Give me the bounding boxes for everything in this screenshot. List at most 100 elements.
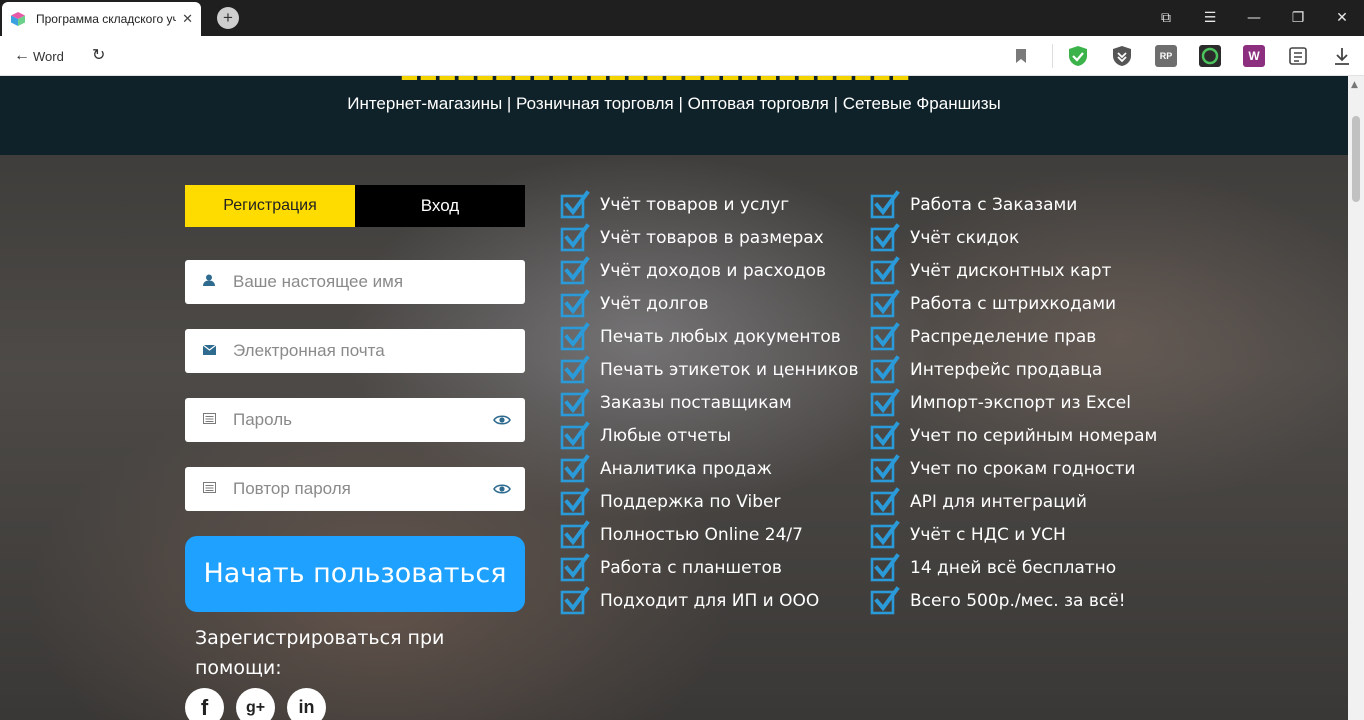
hero-header: ▬▬▬▬▬▬▬▬▬▬▬▬▬▬▬▬▬▬▬▬▬▬▬▬▬▬▬ Интернет-маг… — [0, 76, 1348, 155]
feature-label: Учет по срокам годности — [910, 458, 1136, 479]
back-button[interactable]: ← Word — [14, 47, 64, 65]
feature-label: Любые отчеты — [600, 425, 731, 446]
scrollbar-thumb[interactable] — [1352, 116, 1360, 202]
feature-item: Всего 500р./мес. за всё! — [870, 584, 1190, 617]
features-left-column: Учёт товаров и услуг Учёт товаров в разме… — [560, 188, 880, 617]
checkbox-check-icon — [870, 387, 900, 416]
feature-item: Печать этикеток и ценников — [560, 353, 880, 386]
checkbox-check-icon — [870, 321, 900, 350]
header-tagline: Интернет-магазины | Розничная торговля |… — [347, 94, 1001, 113]
feature-label: Поддержка по Viber — [600, 491, 781, 512]
vertical-scrollbar[interactable]: ▲ — [1348, 76, 1364, 720]
feature-label: Распределение прав — [910, 326, 1097, 347]
feature-label: Учёт дисконтных карт — [910, 260, 1112, 281]
email-field[interactable]: Электронная почта — [185, 329, 525, 373]
checkbox-check-icon — [560, 486, 590, 515]
feature-item: Полностью Online 24/7 — [560, 518, 880, 551]
new-tab-button[interactable]: + — [217, 7, 239, 29]
collections-icon[interactable]: ⧉ — [1144, 0, 1188, 36]
checkbox-check-icon — [870, 420, 900, 449]
reader-mode-icon[interactable] — [1287, 45, 1309, 67]
eye-icon[interactable] — [493, 480, 511, 498]
password-field[interactable]: Пароль — [185, 398, 525, 442]
feature-item: Учёт доходов и расходов — [560, 254, 880, 287]
tab-login[interactable]: Вход — [355, 185, 525, 227]
feature-item: Учёт товаров в размерах — [560, 221, 880, 254]
circle-extension-icon[interactable] — [1199, 45, 1221, 67]
checkbox-check-icon — [870, 453, 900, 482]
feature-label: Аналитика продаж — [600, 458, 772, 479]
scroll-up-icon[interactable]: ▲ — [1351, 80, 1358, 90]
feature-item: Учет по срокам годности — [870, 452, 1190, 485]
feature-item: Учёт долгов — [560, 287, 880, 320]
toolbar-divider — [1052, 44, 1053, 68]
keyboard-icon — [185, 412, 233, 428]
feature-label: Всего 500р./мес. за всё! — [910, 590, 1126, 611]
google-plus-icon[interactable]: g+ — [236, 688, 275, 720]
rp-extension-icon[interactable]: RP — [1155, 45, 1177, 67]
name-field[interactable]: Ваше настоящее имя — [185, 260, 525, 304]
checkbox-check-icon — [560, 585, 590, 614]
feature-item: Заказы поставщикам — [560, 386, 880, 419]
feature-label: Учёт товаров в размерах — [600, 227, 824, 248]
header-title-cutoff: ▬▬▬▬▬▬▬▬▬▬▬▬▬▬▬▬▬▬▬▬▬▬▬▬▬▬▬ — [400, 76, 920, 80]
facebook-icon[interactable]: f — [185, 688, 224, 720]
w-extension-icon[interactable]: W — [1243, 45, 1265, 67]
feature-label: Заказы поставщикам — [600, 392, 792, 413]
browser-tabstrip: Программа складского учёта ✕ + ⧉ ☰ — ❐ ✕ — [0, 0, 1364, 36]
feature-label: Учёт долгов — [600, 293, 709, 314]
menu-icon[interactable]: ☰ — [1188, 0, 1232, 36]
checkbox-check-icon — [560, 189, 590, 218]
feature-item: Интерфейс продавца — [870, 353, 1190, 386]
address-bar: ← Word ↻ RP W — [0, 36, 1364, 76]
auth-tabs: Регистрация Вход — [185, 185, 525, 227]
feature-label: Учёт с НДС и УСН — [910, 524, 1066, 545]
feature-label: Подходит для ИП и ООО — [600, 590, 820, 611]
browser-tab[interactable]: Программа складского учёта ✕ — [2, 2, 201, 36]
reload-icon[interactable]: ↻ — [92, 45, 105, 64]
feature-label: Учёт товаров и услуг — [600, 194, 790, 215]
feature-label: 14 дней всё бесплатно — [910, 557, 1117, 578]
feature-item: Учёт скидок — [870, 221, 1190, 254]
checkbox-check-icon — [560, 321, 590, 350]
start-using-button[interactable]: Начать пользоваться — [185, 536, 525, 612]
email-placeholder: Электронная почта — [233, 341, 385, 360]
checkbox-check-icon — [870, 552, 900, 581]
minimize-button[interactable]: — — [1232, 0, 1276, 36]
checkbox-check-icon — [870, 486, 900, 515]
eye-icon[interactable] — [493, 411, 511, 429]
keyboard-icon — [185, 481, 233, 497]
close-tab-icon[interactable]: ✕ — [182, 12, 193, 27]
checkbox-check-icon — [560, 222, 590, 251]
feature-label: Интерфейс продавца — [910, 359, 1103, 380]
shield-download-extension-icon[interactable] — [1111, 45, 1133, 67]
arrow-left-icon: ← — [14, 47, 30, 64]
feature-label: Учёт скидок — [910, 227, 1020, 248]
feature-item: Любые отчеты — [560, 419, 880, 452]
restore-button[interactable]: ❐ — [1276, 0, 1320, 36]
feature-label: Полностью Online 24/7 — [600, 524, 803, 545]
features-right-column: Работа с Заказами Учёт скидок Учёт дисконт… — [870, 188, 1190, 617]
page-content: ▬▬▬▬▬▬▬▬▬▬▬▬▬▬▬▬▬▬▬▬▬▬▬▬▬▬▬ Интернет-маг… — [0, 76, 1348, 720]
feature-label: Работа с штрихкодами — [910, 293, 1117, 314]
checkbox-check-icon — [560, 387, 590, 416]
password-repeat-field[interactable]: Повтор пароля — [185, 467, 525, 511]
checkbox-check-icon — [870, 189, 900, 218]
checkbox-check-icon — [870, 222, 900, 251]
linkedin-icon[interactable]: in — [287, 688, 326, 720]
feature-label: Печать любых документов — [600, 326, 841, 347]
feature-item: Работа с планшетов — [560, 551, 880, 584]
social-register-text: Зарегистрироваться при помощи: — [195, 627, 445, 679]
user-icon — [185, 274, 233, 290]
checkbox-check-icon — [560, 255, 590, 284]
shield-check-extension-icon[interactable] — [1067, 45, 1089, 67]
envelope-icon — [185, 344, 233, 359]
feature-item: Подходит для ИП и ООО — [560, 584, 880, 617]
checkbox-check-icon — [560, 453, 590, 482]
download-icon[interactable] — [1331, 45, 1353, 67]
close-window-button[interactable]: ✕ — [1320, 0, 1364, 36]
tab-register[interactable]: Регистрация — [185, 185, 355, 227]
bookmark-icon[interactable] — [1014, 48, 1028, 64]
cube-favicon-icon — [11, 12, 25, 26]
feature-item: Учёт с НДС и УСН — [870, 518, 1190, 551]
